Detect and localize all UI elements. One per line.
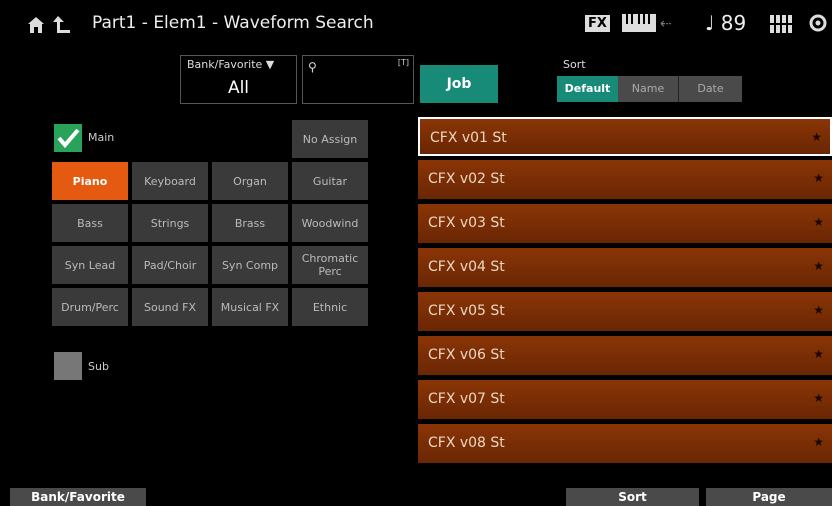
- waveform-name: CFX v06 St: [428, 347, 505, 363]
- sort-label: Sort: [563, 58, 586, 71]
- category-pad-choir[interactable]: Pad/Choir: [132, 246, 208, 284]
- favorite-star-icon[interactable]: ★: [813, 347, 824, 361]
- waveform-name: CFX v04 St: [428, 259, 505, 275]
- sub-checkbox[interactable]: [54, 352, 82, 380]
- category-woodwind[interactable]: Woodwind: [292, 204, 368, 242]
- favorite-star-icon[interactable]: ★: [811, 130, 822, 144]
- favorite-star-icon[interactable]: ★: [813, 391, 824, 405]
- bank-favorite-value: All: [227, 78, 250, 98]
- category-syn-comp[interactable]: Syn Comp: [212, 246, 288, 284]
- category-drum-perc[interactable]: Drum/Perc: [52, 288, 128, 326]
- category-strings[interactable]: Strings: [132, 204, 208, 242]
- bank-favorite-button[interactable]: Bank/Favorite: [10, 488, 146, 506]
- category-musical-fx[interactable]: Musical FX: [212, 288, 288, 326]
- category-ethnic[interactable]: Ethnic: [292, 288, 368, 326]
- favorite-star-icon[interactable]: ★: [813, 435, 824, 449]
- waveform-name: CFX v08 St: [428, 435, 505, 451]
- sort-name-button[interactable]: Name: [618, 76, 679, 102]
- bank-favorite-dropdown[interactable]: Bank/Favorite ▼ All: [180, 55, 297, 104]
- text-input-icon: [T]: [397, 58, 409, 67]
- category-syn-lead[interactable]: Syn Lead: [52, 246, 128, 284]
- sort-date-button[interactable]: Date: [679, 76, 742, 102]
- back-up-icon[interactable]: [52, 14, 72, 34]
- page-title: Part1 - Elem1 - Waveform Search: [92, 13, 374, 33]
- page-button[interactable]: Page: [706, 488, 832, 506]
- sub-checkbox-label: Sub: [88, 360, 109, 373]
- category-brass[interactable]: Brass: [212, 204, 288, 242]
- home-icon[interactable]: [27, 16, 45, 34]
- waveform-row[interactable]: CFX v04 St ★: [418, 248, 832, 287]
- job-button[interactable]: Job: [420, 65, 498, 103]
- waveform-row[interactable]: CFX v01 St ★: [418, 117, 832, 156]
- fx-badge: FX: [585, 15, 610, 32]
- search-input[interactable]: ⚲ [T]: [302, 55, 414, 104]
- waveform-row[interactable]: CFX v07 St ★: [418, 380, 832, 419]
- search-icon: ⚲: [308, 60, 317, 74]
- checkmark-icon: [57, 128, 80, 149]
- gear-icon[interactable]: [808, 13, 828, 33]
- sort-default-button[interactable]: Default: [557, 76, 618, 102]
- category-piano[interactable]: Piano: [52, 162, 128, 200]
- category-no-assign[interactable]: No Assign: [292, 120, 368, 158]
- favorite-star-icon[interactable]: ★: [813, 259, 824, 273]
- sort-button[interactable]: Sort: [566, 488, 699, 506]
- category-sound-fx[interactable]: Sound FX: [132, 288, 208, 326]
- favorite-star-icon[interactable]: ★: [813, 303, 824, 317]
- waveform-name: CFX v05 St: [428, 303, 505, 319]
- category-keyboard[interactable]: Keyboard: [132, 162, 208, 200]
- waveform-name: CFX v03 St: [428, 215, 505, 231]
- waveform-name: CFX v07 St: [428, 391, 505, 407]
- category-chromatic-perc[interactable]: Chromatic Perc: [292, 246, 368, 284]
- sort-selector: Default Name Date: [557, 76, 742, 102]
- top-bar: Part1 - Elem1 - Waveform Search FX ⇠ ♩ 8…: [0, 0, 832, 48]
- favorite-star-icon[interactable]: ★: [813, 215, 824, 229]
- category-bass[interactable]: Bass: [52, 204, 128, 242]
- waveform-row[interactable]: CFX v03 St ★: [418, 204, 832, 243]
- usb-icon: ⇠: [660, 16, 672, 32]
- quick-access-icon[interactable]: [770, 15, 792, 33]
- keyboard-icon: [622, 14, 656, 32]
- favorite-star-icon[interactable]: ★: [813, 171, 824, 185]
- tempo-display[interactable]: ♩ 89: [705, 11, 746, 35]
- waveform-name: CFX v02 St: [428, 171, 505, 187]
- category-guitar[interactable]: Guitar: [292, 162, 368, 200]
- waveform-row[interactable]: CFX v05 St ★: [418, 292, 832, 331]
- category-organ[interactable]: Organ: [212, 162, 288, 200]
- waveform-row[interactable]: CFX v08 St ★: [418, 424, 832, 463]
- main-checkbox-label: Main: [88, 131, 115, 144]
- bank-favorite-label: Bank/Favorite ▼: [187, 58, 275, 71]
- main-checkbox[interactable]: [54, 124, 82, 152]
- waveform-name: CFX v01 St: [430, 130, 507, 146]
- waveform-row[interactable]: CFX v02 St ★: [418, 160, 832, 199]
- waveform-row[interactable]: CFX v06 St ★: [418, 336, 832, 375]
